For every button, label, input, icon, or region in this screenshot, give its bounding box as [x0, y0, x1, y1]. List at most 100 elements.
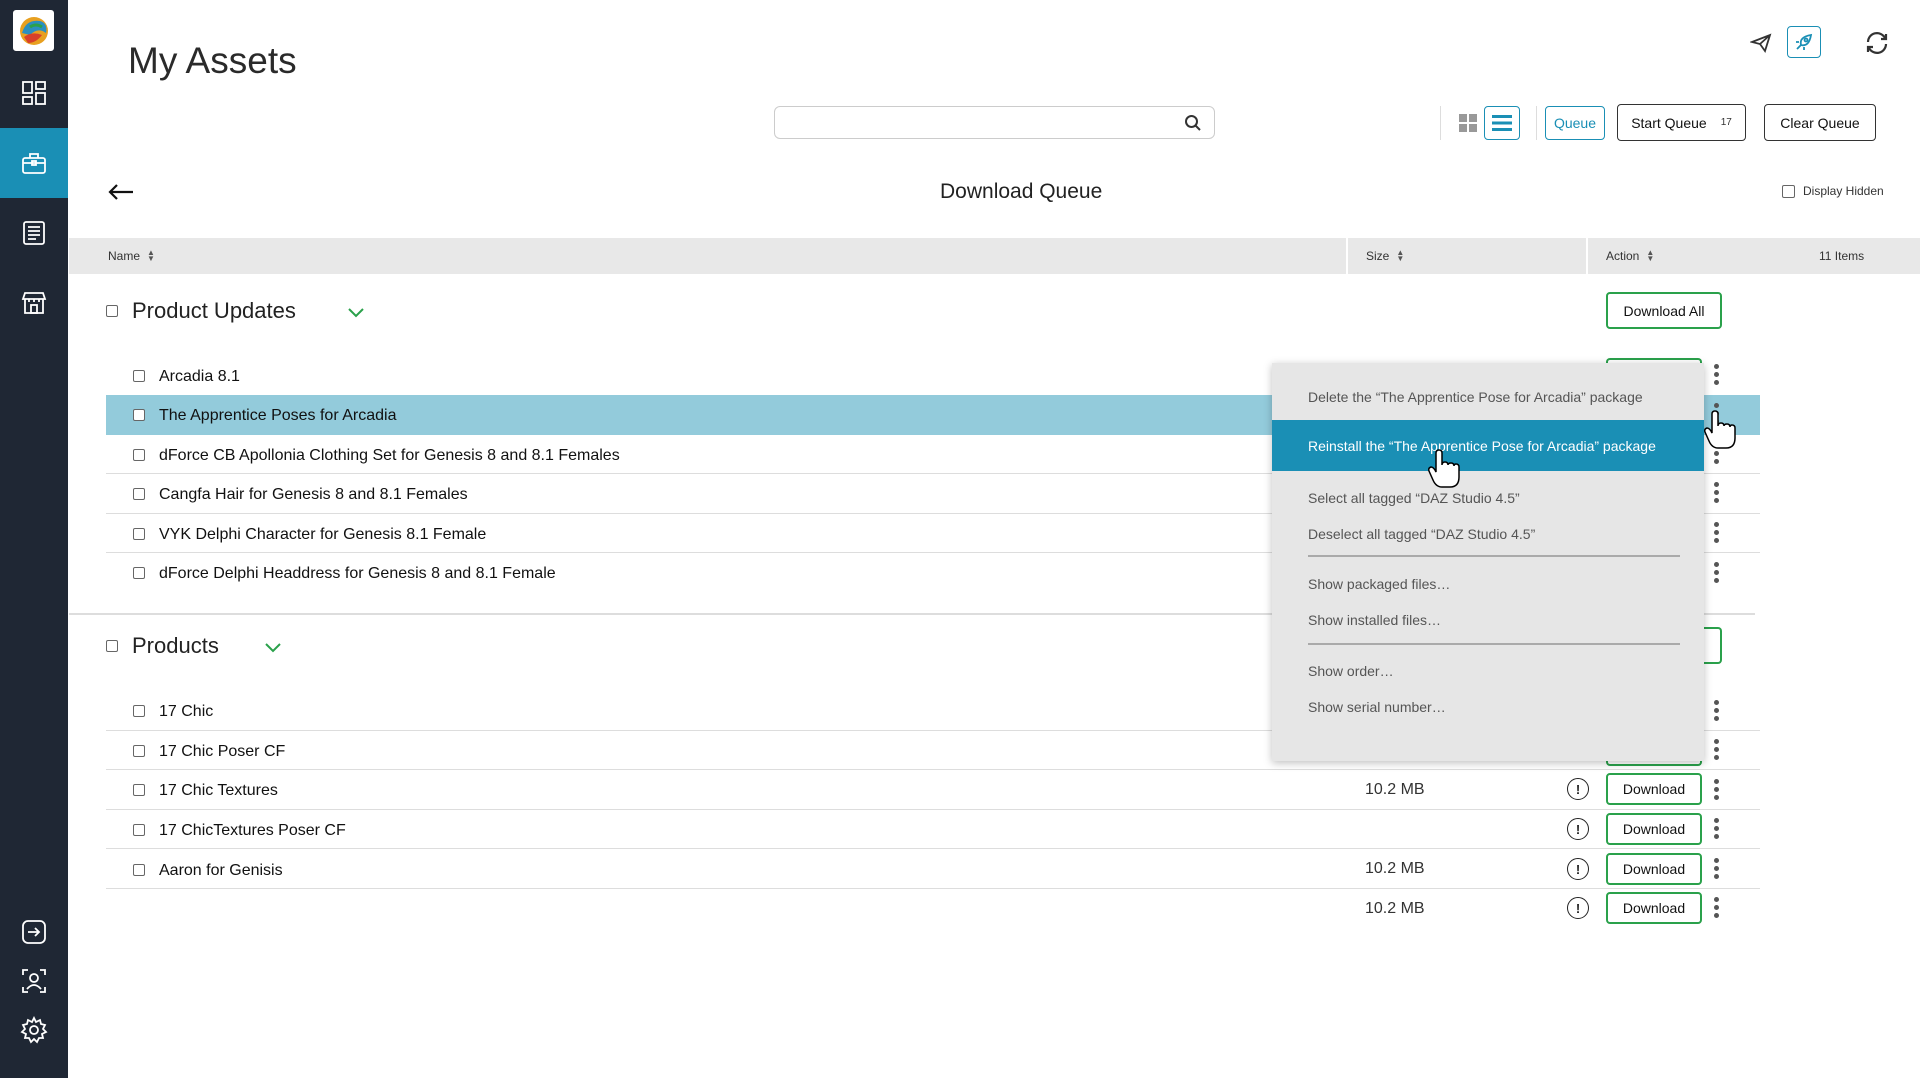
row-size: 10.2 MB: [1365, 900, 1425, 917]
menu-item-show-order[interactable]: Show order…: [1308, 663, 1394, 679]
list-view-button[interactable]: [1484, 106, 1520, 140]
row-checkbox[interactable]: [133, 784, 145, 796]
row-checkbox[interactable]: [133, 864, 145, 876]
row-menu-icon[interactable]: [1712, 522, 1720, 544]
info-icon[interactable]: !: [1567, 897, 1589, 919]
column-divider: [1586, 238, 1588, 274]
group-checkbox[interactable]: [106, 640, 118, 652]
nav-dashboard[interactable]: [0, 58, 68, 128]
row-menu-icon[interactable]: [1712, 739, 1720, 761]
table-header: Name ▲ ▼ Size ▲ ▼ Action ▲ ▼ 11 Items: [69, 238, 1920, 274]
row-menu-icon[interactable]: [1712, 897, 1720, 919]
row-name: Cangfa Hair for Genesis 8 and 8.1 Female…: [159, 486, 468, 503]
queue-button[interactable]: Queue: [1545, 106, 1605, 140]
download-button[interactable]: Download: [1606, 892, 1702, 924]
info-icon[interactable]: !: [1567, 778, 1589, 800]
download-button[interactable]: Download: [1606, 813, 1702, 845]
nav-settings[interactable]: [0, 1008, 68, 1052]
row-name: Aaron for Genisis: [159, 862, 283, 879]
chevron-down-icon[interactable]: [347, 306, 365, 318]
search-icon[interactable]: [1184, 114, 1202, 132]
queue-title: Download Queue: [940, 180, 1103, 203]
row-checkbox[interactable]: [133, 824, 145, 836]
row-checkbox[interactable]: [133, 745, 145, 757]
download-button[interactable]: Download: [1606, 773, 1702, 805]
column-divider: [1346, 238, 1348, 274]
launch-button[interactable]: [1787, 26, 1821, 58]
group-name: Product Updates: [132, 298, 296, 323]
row-menu-icon[interactable]: [1712, 700, 1720, 722]
group-checkbox[interactable]: [106, 305, 118, 317]
items-count: 11 Items: [1819, 249, 1865, 263]
menu-item-show-packaged[interactable]: Show packaged files…: [1308, 576, 1450, 592]
hand-cursor-icon: [1704, 410, 1736, 449]
display-hidden-checkbox[interactable]: [1782, 184, 1795, 198]
nav-catalog[interactable]: [0, 198, 68, 268]
briefcase-icon: [22, 153, 46, 174]
row-checkbox[interactable]: [133, 567, 145, 579]
row-menu-icon[interactable]: [1712, 779, 1720, 801]
page-title: My Assets: [128, 40, 297, 81]
nav-my-assets[interactable]: [0, 128, 68, 198]
column-header-size[interactable]: Size ▲ ▼: [1366, 238, 1404, 274]
sort-icon: ▲ ▼: [1396, 248, 1405, 263]
menu-item-show-serial[interactable]: Show serial number…: [1308, 699, 1446, 715]
row-name: 17 ChicTextures Poser CF: [159, 822, 346, 839]
column-header-action[interactable]: Action ▲ ▼: [1606, 238, 1654, 274]
send-button[interactable]: [1748, 30, 1774, 56]
sort-icon: ▲ ▼: [147, 248, 155, 263]
menu-item-delete[interactable]: Delete the “The Apprentice Pose for Arca…: [1308, 389, 1643, 405]
download-button[interactable]: Download: [1606, 853, 1702, 885]
refresh-icon: [1866, 32, 1888, 54]
search-input[interactable]: [785, 107, 1165, 137]
app-logo[interactable]: [11, 8, 56, 53]
row-checkbox[interactable]: [133, 528, 145, 540]
row-checkbox[interactable]: [133, 705, 145, 717]
gear-icon: [20, 1016, 48, 1044]
nav-store[interactable]: [0, 268, 68, 338]
table-row[interactable]: Aaron for Genisis: [106, 850, 1760, 890]
grid-view-button[interactable]: [1450, 106, 1486, 140]
row-size: 10.2 MB: [1365, 781, 1425, 798]
row-checkbox[interactable]: [133, 449, 145, 461]
row-name: 17 Chic Poser CF: [159, 743, 286, 760]
table-row[interactable]: 17 Chic Textures: [106, 770, 1760, 810]
menu-item-show-installed[interactable]: Show installed files…: [1308, 612, 1441, 628]
search-box: [774, 106, 1215, 139]
queue-count-badge: 17: [1720, 117, 1732, 128]
hand-cursor-icon: [1428, 449, 1460, 488]
nav-logout[interactable]: [0, 910, 68, 954]
row-checkbox[interactable]: [133, 488, 145, 500]
row-menu-icon[interactable]: [1712, 818, 1720, 840]
row-name: VYK Delphi Character for Genesis 8.1 Fem…: [159, 526, 487, 543]
table-row[interactable]: 17 ChicTextures Poser CF: [106, 810, 1760, 850]
display-hidden-toggle[interactable]: Display Hidden: [1782, 184, 1884, 198]
row-name: The Apprentice Poses for Arcadia: [159, 407, 397, 424]
group-header-product-updates: Product Updates: [106, 298, 296, 324]
refresh-button[interactable]: [1862, 29, 1892, 57]
row-menu-icon[interactable]: [1712, 482, 1720, 504]
row-menu-icon[interactable]: [1712, 858, 1720, 880]
display-hidden-label: Display Hidden: [1803, 184, 1884, 198]
row-checkbox[interactable]: [133, 370, 145, 382]
chameleon-logo-icon: [19, 16, 48, 45]
row-checkbox[interactable]: [133, 409, 145, 421]
info-icon[interactable]: !: [1567, 818, 1589, 840]
menu-separator: [1308, 643, 1680, 645]
row-menu-icon[interactable]: [1712, 364, 1720, 386]
menu-item-deselect-tagged[interactable]: Deselect all tagged “DAZ Studio 4.5”: [1308, 526, 1535, 542]
row-menu-icon[interactable]: [1712, 562, 1720, 584]
logout-icon: [22, 920, 46, 944]
clear-queue-button[interactable]: Clear Queue: [1764, 104, 1876, 141]
menu-item-reinstall[interactable]: Reinstall the “The Apprentice Pose for A…: [1272, 420, 1704, 471]
menu-separator: [1308, 555, 1680, 557]
download-all-button[interactable]: Download All: [1606, 292, 1722, 329]
info-icon[interactable]: !: [1567, 858, 1589, 880]
row-divider: [106, 888, 1760, 889]
nav-account[interactable]: [0, 959, 68, 1003]
column-header-name[interactable]: Name ▲ ▼: [108, 238, 155, 274]
back-arrow-icon[interactable]: [106, 178, 138, 206]
menu-item-select-tagged[interactable]: Select all tagged “DAZ Studio 4.5”: [1308, 490, 1520, 506]
chevron-down-icon[interactable]: [264, 641, 282, 653]
start-queue-button[interactable]: Start Queue 17: [1617, 104, 1746, 141]
